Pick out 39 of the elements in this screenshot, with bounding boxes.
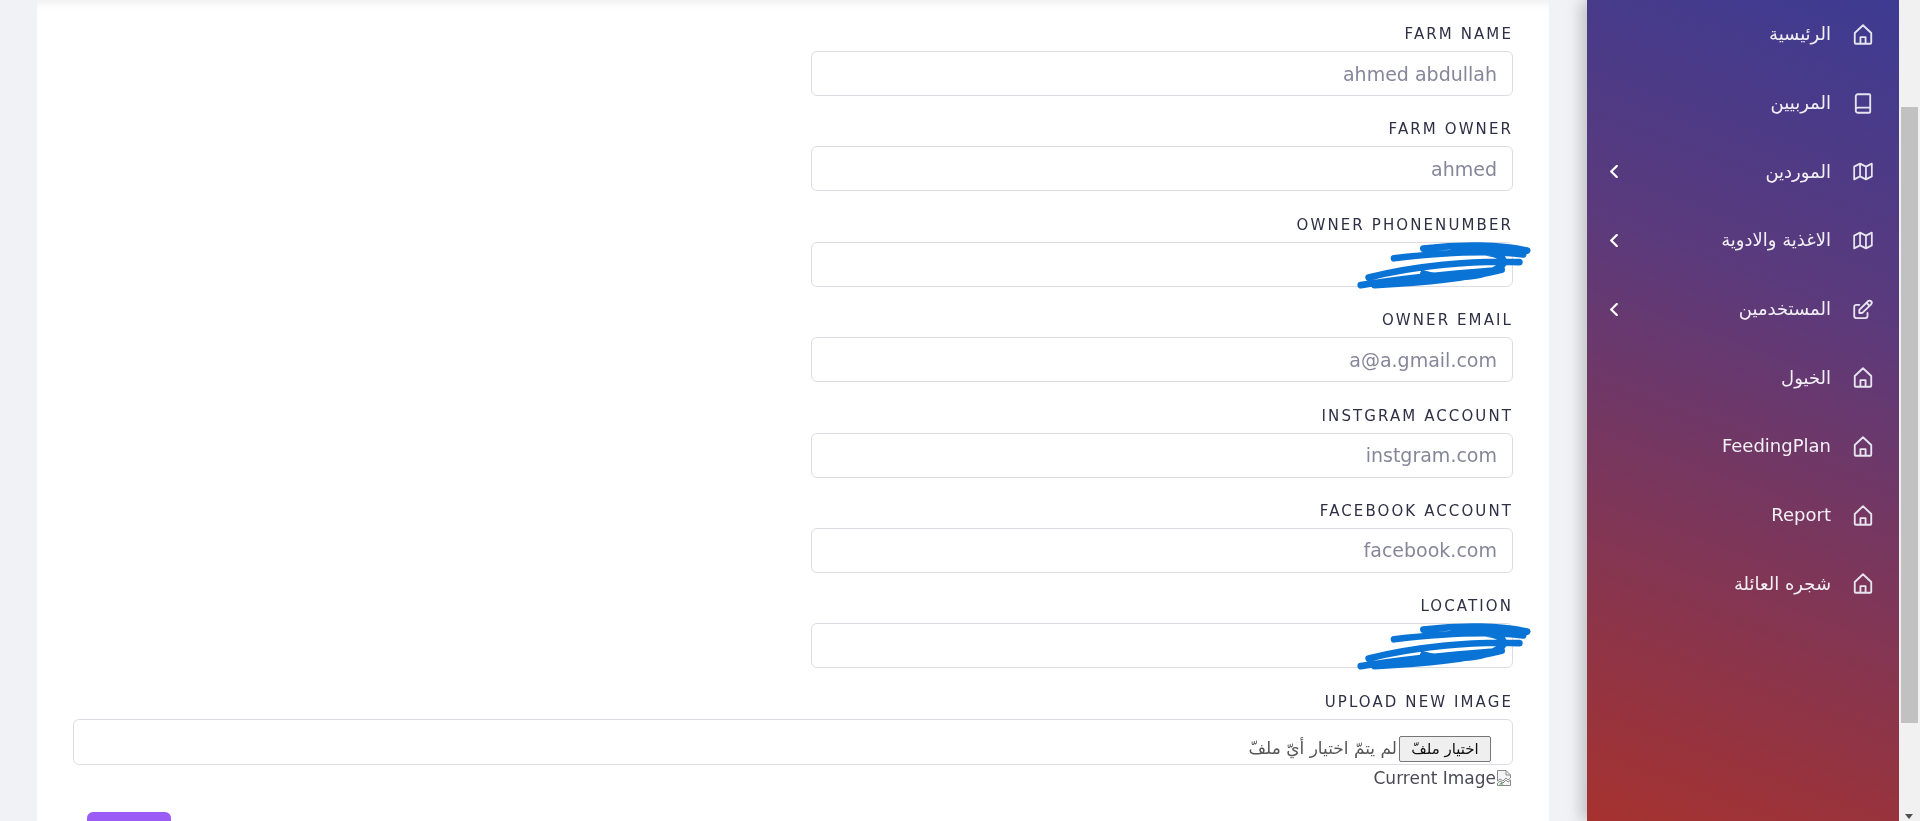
file-status-text: لم يتمّ اختيار أيّ ملفّ	[1248, 736, 1397, 760]
sidebar-item[interactable]: FeedingPlan	[1610, 412, 1873, 481]
map-icon	[1853, 161, 1873, 183]
field-label: OWNER EMAIL	[1380, 310, 1513, 331]
field-label: FARM OWNER	[1387, 119, 1513, 140]
map-icon	[1853, 229, 1873, 251]
sidebar-item[interactable]: الموردين	[1610, 137, 1873, 207]
scrollbar-track[interactable]	[1899, 0, 1920, 821]
field-label: UPLOAD NEW IMAGE	[1323, 691, 1513, 712]
field-label: FACEBOOK ACCOUNT	[1318, 500, 1513, 521]
field-label: OWNER PHONENUMBER	[1295, 214, 1513, 235]
house-icon	[1853, 23, 1873, 45]
sidebar-item[interactable]: الخيول	[1610, 343, 1873, 413]
field-label: INSTGRAM ACCOUNT	[1320, 405, 1513, 426]
sidebar-item[interactable]: الرئيسية	[1610, 0, 1873, 69]
choose-file-button[interactable]: اختيار ملفّ	[1399, 735, 1491, 762]
image-alt-text: Current Image	[1373, 767, 1496, 790]
broken-image-icon	[1496, 770, 1512, 787]
house-icon	[1853, 504, 1873, 526]
sidebar-item[interactable]: المربيين	[1610, 68, 1873, 138]
house-icon	[1853, 435, 1873, 457]
book-icon	[1853, 92, 1873, 114]
text-field[interactable]: ahmed	[811, 146, 1513, 192]
text-field[interactable]: ahmed abdullah	[811, 51, 1513, 96]
sidebar-item[interactable]: Report	[1610, 480, 1873, 550]
text-field[interactable]: instgram.com	[811, 432, 1513, 478]
text-field[interactable]: facebook.com	[811, 527, 1513, 573]
sidebar-item[interactable]: الاغذية والادوية	[1610, 206, 1873, 275]
text-field[interactable]: a@a.gmail.com	[811, 337, 1513, 383]
scroll-down-arrow-icon[interactable]	[1905, 814, 1913, 819]
sidebar-item[interactable]: المستخدمين	[1610, 274, 1873, 344]
house-icon	[1853, 573, 1873, 595]
scrollbar-thumb[interactable]	[1901, 107, 1918, 723]
sidebar-item[interactable]: شجره العائلة	[1610, 549, 1873, 619]
edit-icon	[1853, 298, 1873, 320]
file-upload-field[interactable]: اختيار ملفّ لم يتمّ اختيار أيّ ملفّ	[73, 718, 1513, 765]
field-label: LOCATION	[1419, 596, 1513, 617]
house-icon	[1853, 367, 1873, 389]
field-label: FARM NAME	[1403, 24, 1513, 44]
